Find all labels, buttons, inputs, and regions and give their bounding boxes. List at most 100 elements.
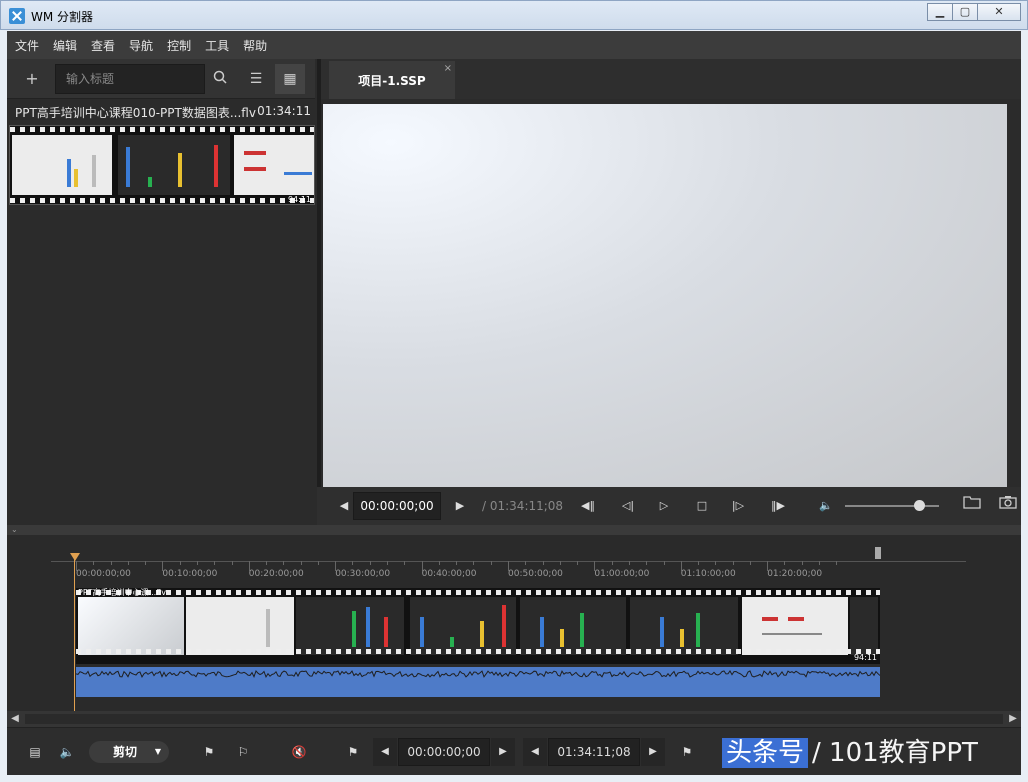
end-time-field[interactable]: 01:34:11;08 [548, 738, 640, 766]
scroll-left-arrow-icon[interactable]: ◀ [7, 711, 23, 727]
timeline-collapse-bar[interactable]: ⌄ [7, 525, 1021, 535]
clip-thumbnail [742, 597, 848, 655]
menu-view[interactable]: 查看 [91, 37, 115, 54]
edit-mode-select[interactable]: 剪切 ▼ [89, 741, 169, 763]
filmstrip-icon[interactable]: ▤ [23, 740, 47, 764]
media-toolbar: + 输入标题 ☰ ▦ [7, 59, 315, 99]
mute-icon[interactable]: 🔇 [287, 740, 311, 764]
menu-control[interactable]: 控制 [167, 37, 191, 54]
mark-out-flag-icon[interactable]: ⚐ [231, 740, 255, 764]
media-title: PPT高手培训中心课程010-PPT数据图表...flv [15, 106, 256, 120]
open-folder-icon[interactable] [959, 493, 985, 519]
mark-in-flag-icon[interactable]: ⚑ [197, 740, 221, 764]
end-prev-arrow-icon[interactable]: ◀ [523, 738, 547, 766]
media-library: PPT高手培训中心课程010-PPT数据图表...flv 01:34:11 94… [7, 100, 317, 524]
menu-help[interactable]: 帮助 [243, 37, 267, 54]
play-icon[interactable]: ▷ [651, 493, 677, 519]
go-to-start-icon[interactable]: ◀‖ [575, 493, 601, 519]
ruler-minor-tick [542, 561, 544, 565]
panel-splitter[interactable] [317, 59, 321, 527]
start-prev-arrow-icon[interactable]: ◀ [373, 738, 397, 766]
chevron-down-icon: ▼ [154, 747, 161, 756]
total-duration: / 01:34:11;08 [482, 499, 564, 513]
ruler-minor-tick [93, 561, 95, 565]
ruler-minor-tick [749, 561, 751, 565]
ruler-minor-tick [369, 561, 371, 565]
film-holes-top [10, 127, 314, 132]
scroll-right-arrow-icon[interactable]: ▶ [1005, 711, 1021, 727]
current-time-field[interactable]: 00:00:00;00 [353, 492, 441, 520]
ruler-minor-tick [266, 561, 268, 565]
menu-file[interactable]: 文件 [15, 37, 39, 54]
media-item[interactable]: PPT高手培训中心课程010-PPT数据图表...flv 01:34:11 [15, 104, 311, 121]
ruler-minor-tick [611, 561, 613, 565]
watermark-text: / 101教育PPT [812, 738, 978, 768]
media-duration: 01:34:11 [257, 104, 311, 118]
search-icon[interactable] [205, 64, 235, 94]
ruler-minor-tick [577, 561, 579, 565]
timeline-scrollbar[interactable]: ◀ ▶ [7, 711, 1021, 727]
menu-navigate[interactable]: 导航 [129, 37, 153, 54]
snapshot-camera-icon[interactable] [995, 493, 1021, 519]
ruler-minor-tick [145, 561, 147, 565]
clip-thumbnail [520, 597, 626, 655]
add-media-icon[interactable]: + [17, 64, 47, 94]
list-view-icon[interactable]: ☰ [241, 64, 271, 94]
video-preview[interactable] [323, 104, 1007, 487]
video-track-clip[interactable]: PPT高手培训中心课...flv 94:11 [76, 588, 880, 664]
start-next-arrow-icon[interactable]: ▶ [491, 738, 515, 766]
watermark-brand: 头条号 [722, 738, 809, 768]
ruler-minor-tick [628, 561, 630, 565]
ruler-minor-tick [214, 561, 216, 565]
app-logo-icon [9, 8, 25, 24]
ruler-minor-tick [404, 561, 406, 565]
ruler-minor-tick [525, 561, 527, 565]
ruler-minor-tick [456, 561, 458, 565]
thumbnail [118, 135, 230, 195]
ruler-minor-tick [352, 561, 354, 565]
scrollbar-thumb[interactable] [25, 714, 1003, 724]
end-flag-icon[interactable]: ⚑ [675, 740, 699, 764]
ruler-tick-label: 00:10:00;00 [162, 569, 218, 579]
grid-view-icon[interactable]: ▦ [275, 64, 305, 94]
clip-thumbnail [296, 597, 404, 655]
tab-close-icon[interactable]: × [444, 49, 452, 89]
menu-edit[interactable]: 编辑 [53, 37, 77, 54]
step-back-icon[interactable]: ◁| [615, 493, 641, 519]
search-input[interactable]: 输入标题 [55, 64, 205, 94]
ruler-minor-tick [732, 561, 734, 565]
ruler-tick-label: 00:00:00;00 [76, 569, 131, 579]
start-time-field[interactable]: 00:00:00;00 [398, 738, 490, 766]
minimize-button[interactable]: ▁ [927, 3, 953, 21]
ruler-minor-tick [438, 561, 440, 565]
start-flag-icon[interactable]: ⚑ [341, 740, 365, 764]
audio-icon[interactable]: 🔈 [55, 740, 79, 764]
playhead-handle-icon[interactable] [70, 553, 80, 561]
media-thumbnail-strip[interactable]: 94:11 [9, 125, 315, 205]
thumbnail [234, 135, 314, 195]
timeline[interactable]: 00:00:00;00 00:10:00;00 00:20:00;00 00:30:0… [7, 535, 1021, 711]
audio-waveform[interactable] [76, 667, 880, 697]
volume-knob[interactable] [914, 500, 925, 511]
end-next-arrow-icon[interactable]: ▶ [641, 738, 665, 766]
playhead[interactable] [74, 557, 75, 711]
close-button[interactable]: ✕ [977, 3, 1021, 21]
volume-icon[interactable]: 🔈 [813, 493, 839, 519]
menu-tools[interactable]: 工具 [205, 37, 229, 54]
ruler-minor-tick [127, 561, 129, 565]
ruler-minor-tick [801, 561, 803, 565]
next-frame-arrow-icon[interactable]: ▶ [447, 493, 473, 519]
stop-icon[interactable]: □ [689, 493, 715, 519]
ruler-minor-tick [300, 561, 302, 565]
ruler-minor-tick [317, 561, 319, 565]
title-bar: WM 分割器 ▁ ▢ ✕ [0, 0, 1028, 30]
end-marker-icon[interactable] [875, 547, 881, 559]
step-forward-icon[interactable]: |▷ [725, 493, 751, 519]
window-controls: ▁ ▢ ✕ [927, 3, 1021, 21]
film-holes-bottom [10, 198, 314, 203]
tab-project[interactable]: 项目-1.SSP × [329, 61, 455, 99]
go-to-end-icon[interactable]: ‖▶ [765, 493, 791, 519]
ruler-minor-tick [231, 561, 233, 565]
ruler-tick-label: 01:00:00;00 [594, 569, 650, 579]
maximize-button[interactable]: ▢ [952, 3, 978, 21]
